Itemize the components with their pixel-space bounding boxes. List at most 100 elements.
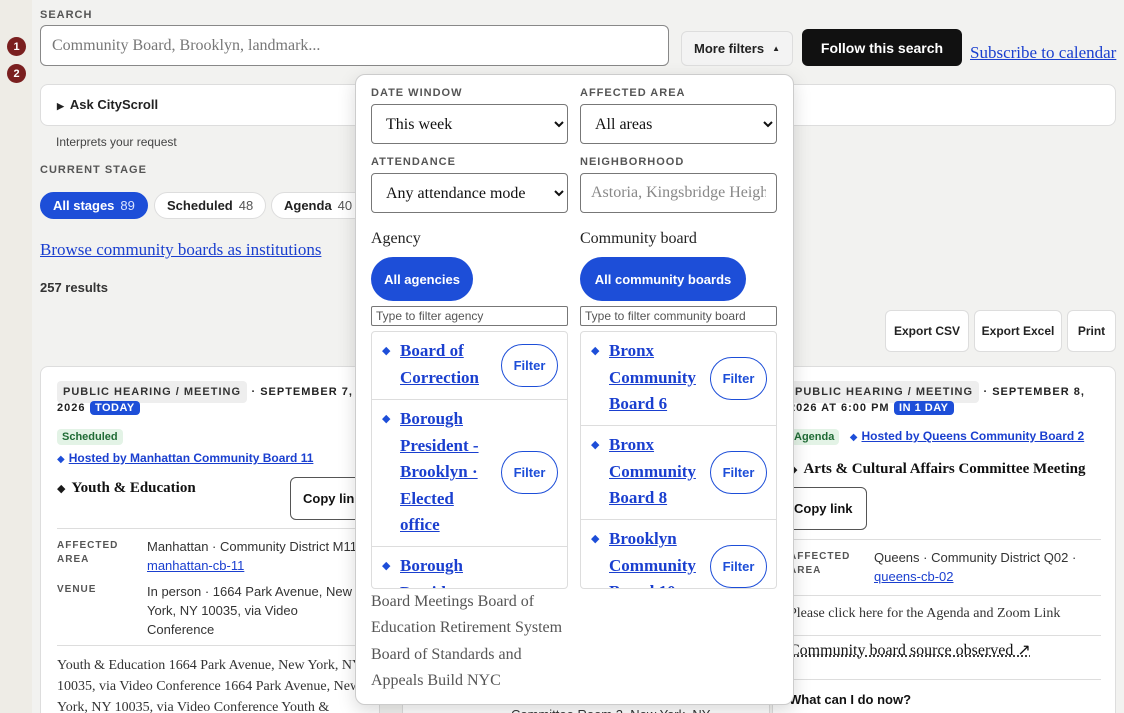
stage-pill-scheduled[interactable]: Scheduled 48 <box>154 192 267 219</box>
filter-button[interactable]: Filter <box>710 545 767 588</box>
affected-area-select[interactable]: All areas <box>580 104 777 144</box>
agency-link[interactable]: Borough President - Brooklyn · Elected o… <box>400 406 488 539</box>
more-filters-button[interactable]: More filters ▲ <box>681 31 793 66</box>
filter-button[interactable]: Filter <box>710 357 767 400</box>
venue-value: Committee Room 2, New York, NY <box>511 705 710 713</box>
annotation-marker-1: 1 <box>7 37 26 56</box>
search-label: SEARCH <box>40 9 93 21</box>
stage-pill-all[interactable]: All stages 89 <box>40 192 148 219</box>
ask-cityscroll-title: Ask CityScroll <box>69 97 159 112</box>
filter-button[interactable]: Filter <box>710 451 767 494</box>
community-board-filter-input[interactable] <box>580 306 777 326</box>
community-board-link[interactable]: Bronx Community Board 6 <box>609 338 697 418</box>
affected-area-link[interactable]: manhattan-cb-11 <box>147 556 244 575</box>
annotation-marker-2: 2 <box>7 64 26 83</box>
neighborhood-input[interactable] <box>580 173 777 213</box>
divider <box>789 635 1101 636</box>
meeting-title: Youth & Education <box>71 480 196 496</box>
diamond-icon: ◆ <box>57 454 65 465</box>
event-date: · SEPTEMBER 7, <box>251 386 353 398</box>
diamond-icon: ◆ <box>591 345 600 357</box>
subscribe-calendar-link[interactable]: Subscribe to calendar <box>970 43 1116 63</box>
attendance-select[interactable]: Any attendance mode <box>371 173 568 213</box>
agency-list-item: ◆ Borough President - Brooklyn · Elected… <box>372 400 567 547</box>
date-window-label: DATE WINDOW <box>371 87 463 99</box>
event-note: Please click here for the Agenda and Zoo… <box>789 606 1061 621</box>
hosted-by-link[interactable]: Hosted by Queens Community Board 2 <box>862 429 1085 443</box>
filter-button[interactable]: Filter <box>501 344 558 387</box>
event-when-badge: IN 1 DAY <box>894 401 954 415</box>
date-window-select[interactable]: This week <box>371 104 568 144</box>
left-gutter <box>0 0 32 713</box>
community-board-heading: Community board <box>580 230 697 247</box>
all-agencies-button[interactable]: All agencies <box>371 257 473 301</box>
hosted-by-link[interactable]: Hosted by Manhattan Community Board 11 <box>69 451 314 465</box>
diamond-icon: ◆ <box>591 533 600 545</box>
print-button[interactable]: Print <box>1067 310 1116 352</box>
more-filters-panel: DATE WINDOW This week AFFECTED AREA All … <box>355 74 794 705</box>
diamond-icon: ◆ <box>57 483 66 495</box>
export-csv-button[interactable]: Export CSV <box>885 310 969 352</box>
community-board-list[interactable]: ◆ Bronx Community Board 6 Filter ◆ Bronx… <box>580 331 777 589</box>
divider <box>789 679 1101 680</box>
agency-overflow-text: Board Meetings Board of Education Retire… <box>371 593 563 689</box>
divider <box>57 528 377 529</box>
more-filters-label: More filters <box>694 41 765 56</box>
export-excel-button[interactable]: Export Excel <box>974 310 1062 352</box>
divider <box>57 645 377 646</box>
results-count: 257 results <box>40 280 108 295</box>
diamond-icon: ◆ <box>382 560 391 572</box>
agency-list-item: ◆ Borough President <box>372 547 567 588</box>
current-stage-label: CURRENT STAGE <box>40 164 147 176</box>
stage-pill-count: 40 <box>337 198 353 213</box>
stage-pill-label: Agenda <box>284 198 332 213</box>
agency-link[interactable]: Borough President <box>400 553 488 588</box>
community-board-list-item: ◆ Bronx Community Board 8 Filter <box>581 426 776 520</box>
diamond-icon: ◆ <box>591 439 600 451</box>
event-date-year: 2026 <box>57 402 86 414</box>
event-card: PUBLIC HEARING / MEETING · SEPTEMBER 8, … <box>772 366 1116 713</box>
agency-link[interactable]: Board of Correction <box>400 338 488 391</box>
diamond-icon: ◆ <box>382 345 391 357</box>
neighborhood-label: NEIGHBORHOOD <box>580 156 685 168</box>
event-description: Youth & Education 1664 Park Avenue, New … <box>57 658 362 713</box>
stage-pill-label: Scheduled <box>167 198 233 213</box>
ask-cityscroll-toggle[interactable]: ▶ Ask CityScroll <box>57 97 158 112</box>
agency-heading: Agency <box>371 230 421 247</box>
affected-area-link[interactable]: queens-cb-02 <box>874 567 954 586</box>
filter-button[interactable]: Filter <box>501 451 558 494</box>
community-board-link[interactable]: Brooklyn Community Board 10 <box>609 526 697 588</box>
agency-filter-input[interactable] <box>371 306 568 326</box>
affected-area-label: AFFECTED AREA <box>789 551 851 576</box>
search-input[interactable] <box>40 25 669 66</box>
stage-pill-label: All stages <box>53 198 115 213</box>
affected-area-value: Queens · Community District Q02 · <box>874 550 1077 565</box>
divider <box>789 595 1101 596</box>
attendance-label: ATTENDANCE <box>371 156 456 168</box>
source-link[interactable]: Community board source observed ↗ <box>789 640 1031 661</box>
follow-search-button[interactable]: Follow this search <box>802 29 962 66</box>
agency-list-item: ◆ Board of Correction Filter <box>372 332 567 400</box>
event-card: PUBLIC HEARING / MEETING · SEPTEMBER 7, … <box>40 366 380 713</box>
affected-area-value: Manhattan · Community District M11 · <box>147 539 365 554</box>
disclosure-triangle-icon: ▶ <box>57 101 64 111</box>
event-when-badge: TODAY <box>89 401 140 415</box>
status-badge: Scheduled <box>57 429 123 445</box>
community-board-link[interactable]: Bronx Community Board 8 <box>609 432 697 512</box>
stage-pill-count: 48 <box>238 198 254 213</box>
diamond-icon: ◆ <box>382 413 391 425</box>
status-badge: Agenda <box>789 429 840 445</box>
venue-value: In person · 1664 Park Avenue, New York, … <box>147 584 352 637</box>
stage-pill-count: 89 <box>120 198 135 213</box>
meeting-title: Arts & Cultural Affairs Committee Meetin… <box>803 461 1086 477</box>
browse-community-boards-link[interactable]: Browse community boards as institutions <box>40 240 321 260</box>
agency-list[interactable]: ◆ Board of Correction Filter ◆ Borough P… <box>371 331 568 589</box>
venue-label: VENUE <box>57 584 97 595</box>
event-date-year: 2026 AT 6:00 PM <box>789 402 890 414</box>
what-can-i-do-heading: What can I do now? <box>789 692 912 707</box>
all-community-boards-button[interactable]: All community boards <box>580 257 746 301</box>
event-date: · SEPTEMBER 8, <box>983 386 1085 398</box>
community-board-list-item: ◆ Bronx Community Board 6 Filter <box>581 332 776 426</box>
divider <box>789 539 1101 540</box>
community-board-list-item: ◆ Brooklyn Community Board 10 Filter <box>581 520 776 588</box>
